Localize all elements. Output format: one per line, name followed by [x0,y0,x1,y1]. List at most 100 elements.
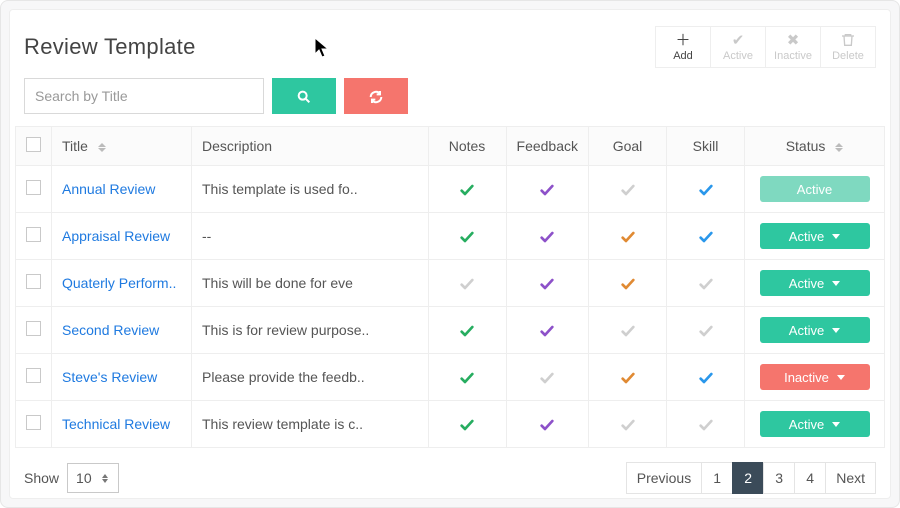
search-button[interactable] [272,78,336,114]
row-description: This is for review purpose.. [202,322,369,338]
active-button[interactable]: ✔ Active [710,26,766,68]
chevron-down-icon [832,328,840,333]
page-title: Review Template [24,34,196,60]
col-status-label: Status [786,138,826,154]
status-badge[interactable]: Active [760,176,870,202]
status-badge[interactable]: Active [760,223,870,249]
review-table: Title Description Notes Feedback Goal Sk… [15,126,885,448]
col-notes-header[interactable]: Notes [428,127,506,166]
delete-button[interactable]: Delete [820,26,876,68]
row-title-link[interactable]: Technical Review [62,416,170,432]
status-label: Active [797,182,832,197]
inactive-button[interactable]: ✖ Inactive [765,26,821,68]
col-title-header[interactable]: Title [52,127,192,166]
pager-page[interactable]: 3 [763,462,795,494]
col-goal-header[interactable]: Goal [589,127,667,166]
plus-icon: ＋ [675,33,690,48]
row-checkbox[interactable] [26,180,41,195]
add-button[interactable]: ＋ Add [655,26,711,68]
col-feedback-label: Feedback [517,138,578,154]
row-description: This will be done for eve [202,275,353,291]
check-icon [539,180,555,197]
pager-prev[interactable]: Previous [626,462,702,494]
row-title-link[interactable]: Annual Review [62,181,155,197]
status-badge[interactable]: Active [760,317,870,343]
check-icon: ✔ [732,33,745,48]
check-icon [459,415,475,432]
chevron-down-icon [832,234,840,239]
row-description: This review template is c.. [202,416,363,432]
table-row: Appraisal Review -- Active [16,213,885,260]
sort-icon [835,143,843,152]
col-skill-header[interactable]: Skill [667,127,745,166]
check-icon [539,274,555,291]
status-label: Active [789,323,824,338]
row-description: This template is used fo.. [202,181,358,197]
trash-icon [840,32,856,48]
chevron-down-icon [832,281,840,286]
refresh-icon [368,87,384,104]
col-notes-label: Notes [449,138,486,154]
check-icon [539,321,555,338]
check-icon [620,227,636,244]
stepper-icon [102,474,108,483]
header-toolbar: ＋ Add ✔ Active ✖ Inactive Delete [656,26,876,68]
status-badge[interactable]: Inactive [760,364,870,390]
search-icon [296,87,312,104]
status-label: Active [789,276,824,291]
chevron-down-icon [837,375,845,380]
reset-button[interactable] [344,78,408,114]
col-feedback-header[interactable]: Feedback [506,127,588,166]
table-row: Technical Review This review template is … [16,401,885,448]
row-checkbox[interactable] [26,368,41,383]
check-icon [539,368,555,385]
page-size-value: 10 [76,470,92,486]
status-badge[interactable]: Active [760,411,870,437]
row-title-link[interactable]: Appraisal Review [62,228,170,244]
status-badge[interactable]: Active [760,270,870,296]
status-label: Active [789,229,824,244]
pager-next[interactable]: Next [825,462,876,494]
delete-label: Delete [832,50,864,62]
check-icon [698,415,714,432]
row-checkbox[interactable] [26,274,41,289]
check-icon [539,415,555,432]
row-description: -- [202,228,211,244]
col-title-label: Title [62,138,88,154]
select-all-checkbox[interactable] [26,137,41,152]
check-icon [459,227,475,244]
row-title-link[interactable]: Second Review [62,322,159,338]
col-description-header[interactable]: Description [192,127,429,166]
status-label: Active [789,417,824,432]
pager-page[interactable]: 1 [701,462,733,494]
row-title-link[interactable]: Quaterly Perform.. [62,275,176,291]
row-checkbox[interactable] [26,227,41,242]
col-description-label: Description [202,138,272,154]
search-input[interactable] [24,78,264,114]
check-icon [459,274,475,291]
show-label: Show [24,470,59,486]
col-status-header[interactable]: Status [745,127,885,166]
row-checkbox[interactable] [26,415,41,430]
pager-page[interactable]: 4 [794,462,826,494]
table-row: Quaterly Perform.. This will be done for … [16,260,885,307]
table-row: Second Review This is for review purpose.… [16,307,885,354]
check-icon [459,368,475,385]
inactive-label: Inactive [774,50,812,62]
check-icon [698,274,714,291]
row-title-link[interactable]: Steve's Review [62,369,157,385]
check-icon [698,321,714,338]
check-icon [459,321,475,338]
col-skill-label: Skill [693,138,719,154]
row-checkbox[interactable] [26,321,41,336]
x-icon: ✖ [787,33,800,48]
add-label: Add [673,50,693,62]
page-size-select[interactable]: 10 [67,463,119,493]
check-icon [620,415,636,432]
pager-page[interactable]: 2 [732,462,764,494]
check-icon [620,321,636,338]
active-label: Active [723,50,753,62]
check-icon [459,180,475,197]
status-label: Inactive [784,370,829,385]
check-icon [698,180,714,197]
